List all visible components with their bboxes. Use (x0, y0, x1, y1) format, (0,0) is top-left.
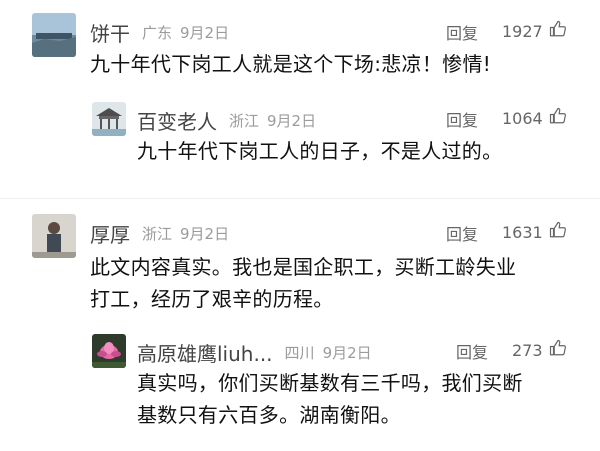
like-button[interactable]: 1631 (502, 221, 567, 243)
avatar[interactable] (92, 334, 126, 368)
comment-line: 打工，经历了艰辛的历程。 (90, 287, 334, 311)
user-location: 四川 (284, 344, 315, 362)
user-name[interactable]: 百变老人 (137, 106, 217, 135)
comment-date: 9月2日 (180, 225, 230, 243)
avatar[interactable] (92, 102, 126, 136)
reply-button[interactable]: 回复 (456, 339, 488, 363)
like-count: 1927 (502, 21, 543, 41)
divider (0, 198, 600, 199)
like-button[interactable]: 1927 (502, 20, 567, 42)
thumbs-up-icon (543, 339, 567, 361)
comment-line: 九十年代下岗工人的日子，不是人过的。 (137, 139, 503, 163)
comment-text: 此文内容真实。我也是国企职工，买断工龄失业 打工，经历了艰辛的历程。 (90, 251, 516, 315)
like-count: 1064 (502, 108, 543, 128)
like-count: 1631 (502, 222, 543, 242)
comment-line: 基数只有六百多。湖南衡阳。 (137, 403, 401, 427)
comment-date: 9月2日 (267, 112, 317, 130)
user-name[interactable]: 饼干 (90, 18, 130, 47)
thumbs-up-icon (543, 107, 567, 129)
comment-line: 九十年代下岗工人就是这个下场:悲凉！惨情! (90, 52, 492, 76)
comment-date: 9月2日 (180, 24, 230, 42)
comment-line: 真实吗，你们买断基数有三千吗，我们买断 (137, 371, 523, 395)
comment-text: 九十年代下岗工人的日子，不是人过的。 (137, 135, 502, 167)
comment-text: 真实吗，你们买断基数有三千吗，我们买断 基数只有六百多。湖南衡阳。 (137, 367, 523, 431)
comment-date: 9月2日 (322, 344, 372, 362)
user-location: 浙江 (229, 112, 260, 130)
thumbs-up-icon (543, 221, 567, 243)
like-button[interactable]: 1064 (502, 107, 567, 129)
user-location: 浙江 (142, 225, 173, 243)
thumbs-up-icon (543, 20, 567, 42)
avatar[interactable] (32, 214, 76, 258)
comment-line: 此文内容真实。我也是国企职工，买断工龄失业 (90, 255, 517, 279)
user-location: 广东 (142, 24, 173, 42)
user-name[interactable]: 高原雄鹰liuh... (137, 338, 273, 367)
avatar[interactable] (32, 13, 76, 57)
like-button[interactable]: 273 (512, 339, 567, 361)
reply-button[interactable]: 回复 (446, 221, 478, 245)
user-name[interactable]: 厚厚 (90, 219, 130, 248)
reply-button[interactable]: 回复 (446, 20, 478, 44)
like-count: 273 (512, 340, 543, 360)
comment-text: 九十年代下岗工人就是这个下场:悲凉！惨情! (90, 48, 491, 80)
reply-button[interactable]: 回复 (446, 107, 478, 131)
